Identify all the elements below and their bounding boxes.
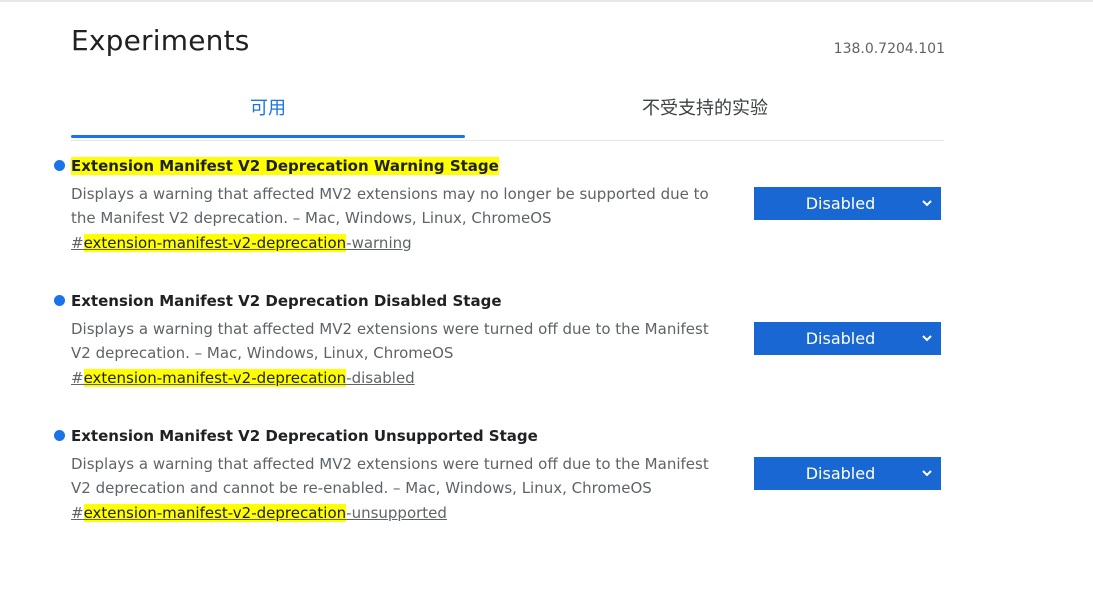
experiment-permalink[interactable]: #extension-manifest-v2-deprecation-unsup…: [71, 504, 447, 522]
experiment-description: Displays a warning that affected MV2 ext…: [71, 455, 709, 497]
tab-unavailable-label: 不受支持的实验: [642, 98, 768, 119]
page-title: Experiments: [71, 24, 250, 57]
experiment-state-select[interactable]: Disabled: [754, 187, 941, 220]
link-highlight: extension-manifest-v2-deprecation: [83, 234, 347, 252]
link-hash: #: [71, 504, 84, 522]
experiment-description: Displays a warning that affected MV2 ext…: [71, 320, 709, 362]
link-suffix: -unsupported: [346, 504, 447, 522]
experiment-permalink[interactable]: #extension-manifest-v2-deprecation-warni…: [71, 234, 412, 252]
experiment-title-text: Extension Manifest V2 Deprecation Warnin…: [71, 157, 499, 175]
tab-available-label: 可用: [250, 98, 286, 119]
link-suffix: -warning: [346, 234, 412, 252]
tab-bar: 可用 不受支持的实验: [71, 86, 944, 141]
chevron-down-icon: [922, 200, 932, 207]
experiment-state-select[interactable]: Disabled: [754, 322, 941, 355]
top-divider: [0, 0, 1093, 2]
chevron-down-icon: [922, 470, 932, 477]
tab-available[interactable]: 可用: [71, 86, 465, 138]
dot-icon: [54, 295, 65, 306]
tab-unavailable[interactable]: 不受支持的实验: [508, 86, 902, 138]
dot-icon: [54, 160, 65, 171]
dot-icon: [54, 430, 65, 441]
flags-page: Experiments 138.0.7204.101 可用 不受支持的实验 Ex…: [0, 0, 1093, 599]
experiment-title: Extension Manifest V2 Deprecation Disabl…: [71, 292, 502, 310]
select-value: Disabled: [805, 329, 876, 348]
link-suffix: -disabled: [346, 369, 415, 387]
experiment-title: Extension Manifest V2 Deprecation Warnin…: [71, 156, 499, 176]
select-value: Disabled: [805, 464, 876, 483]
select-value: Disabled: [805, 194, 876, 213]
version-label: 138.0.7204.101: [833, 41, 945, 57]
experiment-title: Extension Manifest V2 Deprecation Unsupp…: [71, 427, 538, 445]
link-highlight: extension-manifest-v2-deprecation: [83, 369, 347, 387]
link-hash: #: [71, 369, 84, 387]
active-tab-indicator: [71, 135, 465, 138]
experiment-permalink[interactable]: #extension-manifest-v2-deprecation-disab…: [71, 369, 415, 387]
experiment-description: Displays a warning that affected MV2 ext…: [71, 185, 709, 227]
experiment-state-select[interactable]: Disabled: [754, 457, 941, 490]
link-highlight: extension-manifest-v2-deprecation: [83, 504, 347, 522]
link-hash: #: [71, 234, 84, 252]
chevron-down-icon: [922, 335, 932, 342]
